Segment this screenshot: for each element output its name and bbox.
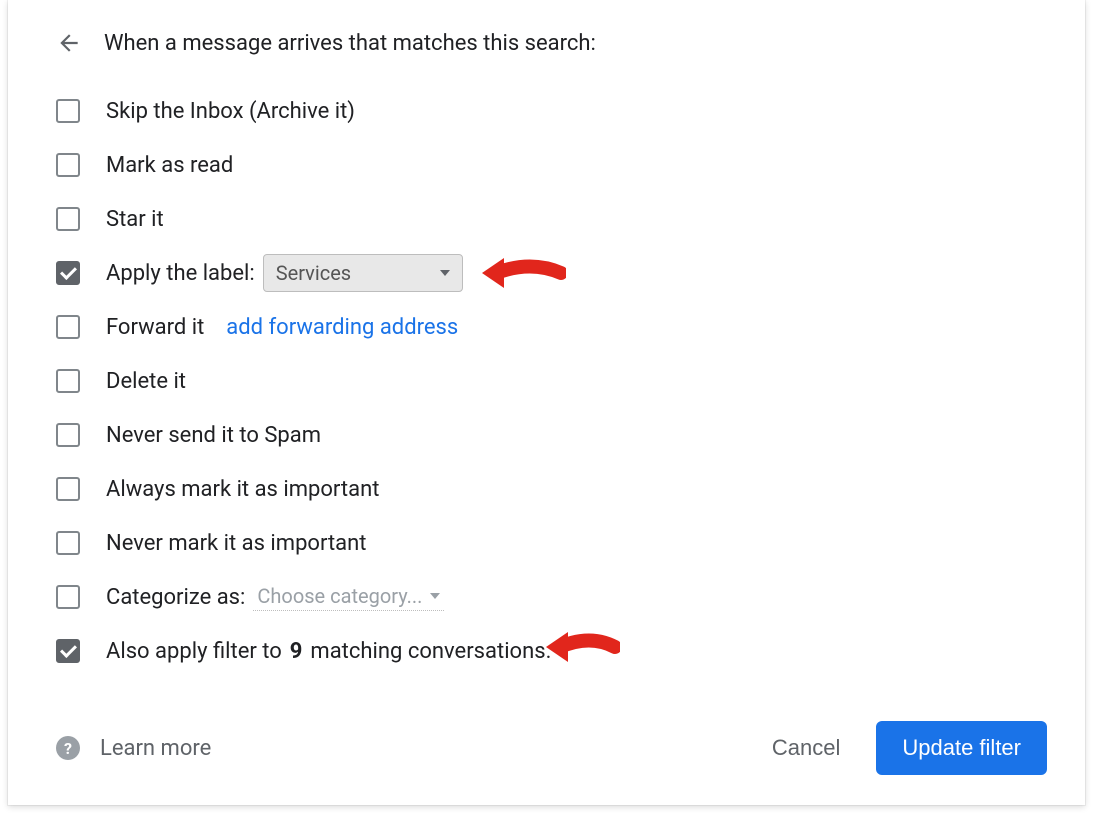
category-select-dropdown[interactable]: Choose category... — [253, 584, 444, 611]
checkbox-never-spam[interactable] — [56, 423, 80, 447]
learn-more-link[interactable]: Learn more — [100, 736, 211, 761]
category-select-value: Choose category... — [257, 584, 422, 608]
label-select-value: Services — [276, 261, 351, 285]
option-apply-label: Apply the label: Services — [56, 252, 1037, 294]
label-categorize: Categorize as: Choose category... — [106, 584, 444, 611]
label-always-important: Always mark it as important — [106, 477, 379, 502]
label-mark-read: Mark as read — [106, 153, 233, 178]
annotation-arrow-icon — [540, 622, 620, 672]
label-star-it: Star it — [106, 207, 164, 232]
help-icon[interactable]: ? — [56, 736, 80, 760]
filter-actions-dialog: When a message arrives that matches this… — [8, 0, 1085, 805]
checkbox-also-apply[interactable] — [56, 639, 80, 663]
option-mark-read: Mark as read — [56, 144, 1037, 186]
also-apply-prefix: Also apply filter to — [106, 639, 282, 664]
option-star-it: Star it — [56, 198, 1037, 240]
cancel-button[interactable]: Cancel — [756, 725, 856, 771]
label-select-dropdown[interactable]: Services — [263, 254, 463, 292]
option-categorize: Categorize as: Choose category... — [56, 576, 1037, 618]
checkbox-skip-inbox[interactable] — [56, 99, 80, 123]
label-apply-label: Apply the label: Services — [106, 254, 463, 292]
dialog-title: When a message arrives that matches this… — [104, 31, 596, 56]
label-forward-it: Forward it add forwarding address — [106, 315, 458, 340]
also-apply-suffix: matching conversations. — [310, 639, 551, 664]
categorize-text: Categorize as: — [106, 585, 245, 610]
label-never-important: Never mark it as important — [106, 531, 366, 556]
checkbox-mark-read[interactable] — [56, 153, 80, 177]
annotation-arrow-icon — [476, 248, 566, 298]
option-skip-inbox: Skip the Inbox (Archive it) — [56, 90, 1037, 132]
update-filter-button[interactable]: Update filter — [876, 721, 1047, 775]
checkbox-never-important[interactable] — [56, 531, 80, 555]
back-arrow-icon[interactable] — [56, 30, 82, 56]
label-delete-it: Delete it — [106, 369, 186, 394]
caret-down-icon — [440, 270, 450, 276]
label-skip-inbox: Skip the Inbox (Archive it) — [106, 99, 355, 124]
also-apply-count: 9 — [290, 639, 303, 664]
checkbox-delete-it[interactable] — [56, 369, 80, 393]
option-forward-it: Forward it add forwarding address — [56, 306, 1037, 348]
caret-down-icon — [430, 593, 440, 599]
option-also-apply: Also apply filter to 9 matching conversa… — [56, 630, 1037, 672]
label-never-spam: Never send it to Spam — [106, 423, 321, 448]
checkbox-star-it[interactable] — [56, 207, 80, 231]
checkbox-categorize[interactable] — [56, 585, 80, 609]
dialog-header: When a message arrives that matches this… — [56, 30, 1037, 56]
option-delete-it: Delete it — [56, 360, 1037, 402]
apply-label-text: Apply the label: — [106, 261, 255, 286]
option-never-important: Never mark it as important — [56, 522, 1037, 564]
add-forwarding-link[interactable]: add forwarding address — [226, 315, 458, 340]
checkbox-always-important[interactable] — [56, 477, 80, 501]
dialog-footer: ? Learn more Cancel Update filter — [56, 721, 1047, 775]
forward-it-text: Forward it — [106, 315, 204, 340]
option-never-spam: Never send it to Spam — [56, 414, 1037, 456]
option-always-important: Always mark it as important — [56, 468, 1037, 510]
checkbox-forward-it[interactable] — [56, 315, 80, 339]
checkbox-apply-label[interactable] — [56, 261, 80, 285]
label-also-apply: Also apply filter to 9 matching conversa… — [106, 639, 551, 664]
